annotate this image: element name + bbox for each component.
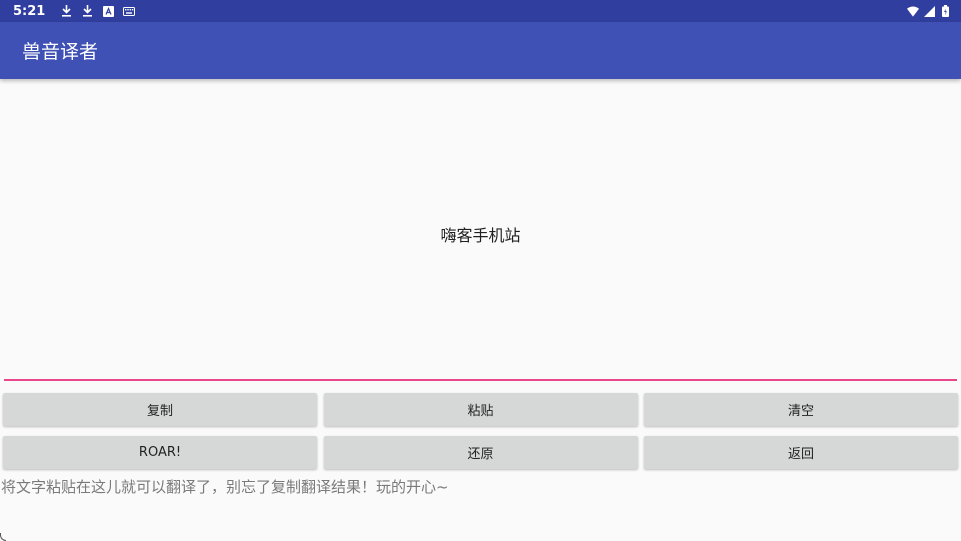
status-time: 5:21 [13, 3, 46, 19]
status-bar: 5:21 [0, 0, 961, 22]
translation-output[interactable]: 嗨客手机站 [0, 79, 961, 379]
input-underline[interactable] [4, 379, 957, 381]
clear-button[interactable]: 清空 [644, 393, 958, 426]
download-icon [60, 5, 72, 17]
app-title: 兽音译者 [22, 41, 99, 63]
a-box-icon [102, 5, 114, 17]
button-row-1: 复制 粘贴 清空 [3, 393, 958, 426]
button-row-2: ROAR! 还原 返回 [3, 436, 958, 469]
copy-button[interactable]: 复制 [3, 393, 317, 426]
battery-icon [939, 5, 951, 17]
download-icon [81, 5, 93, 17]
restore-button[interactable]: 还原 [323, 436, 638, 469]
output-text: 嗨客手机站 [440, 226, 521, 245]
back-button[interactable]: 返回 [644, 436, 958, 469]
keyboard-icon [123, 5, 136, 17]
paste-button[interactable]: 粘贴 [323, 393, 638, 426]
corner-decoration [0, 533, 6, 541]
app-bar: 兽音译者 [0, 22, 961, 79]
roar-button[interactable]: ROAR! [3, 436, 317, 469]
signal-icon [923, 5, 935, 17]
hint-text: 将文字粘贴在这儿就可以翻译了，别忘了复制翻译结果！玩的开心~ [1, 478, 449, 496]
wifi-icon [907, 5, 919, 17]
status-right [907, 5, 951, 17]
status-left: 5:21 [13, 3, 136, 19]
